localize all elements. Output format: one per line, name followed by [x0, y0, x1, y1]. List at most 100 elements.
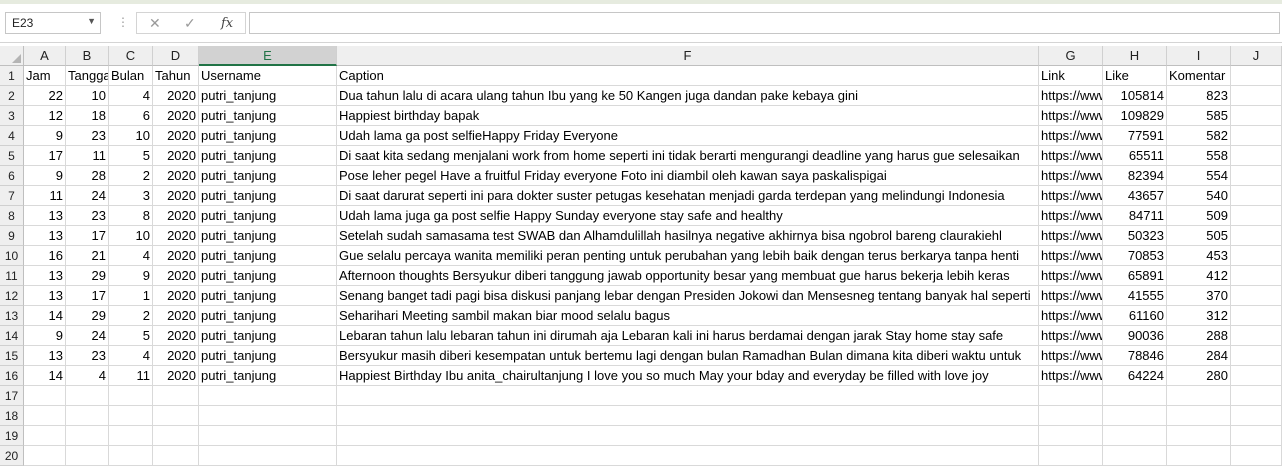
cell-i19[interactable] — [1167, 426, 1231, 446]
cell-g17[interactable] — [1039, 386, 1103, 406]
cell-h4[interactable]: 77591 — [1103, 126, 1167, 146]
cell-g10[interactable]: https://www — [1039, 246, 1103, 266]
cell-h7[interactable]: 43657 — [1103, 186, 1167, 206]
cell-e16[interactable]: putri_tanjung — [199, 366, 337, 386]
cell-e3[interactable]: putri_tanjung — [199, 106, 337, 126]
cell-i20[interactable] — [1167, 446, 1231, 466]
row-header-9[interactable]: 9 — [0, 226, 24, 246]
cell-j9[interactable] — [1231, 226, 1282, 246]
chevron-down-icon[interactable]: ▼ — [87, 16, 96, 26]
cell-j12[interactable] — [1231, 286, 1282, 306]
cell-b10[interactable]: 21 — [66, 246, 109, 266]
cancel-icon[interactable]: ✕ — [149, 15, 161, 32]
cell-b6[interactable]: 28 — [66, 166, 109, 186]
name-box[interactable]: E23 ▼ — [5, 12, 101, 34]
row-header-18[interactable]: 18 — [0, 406, 24, 426]
cell-e17[interactable] — [199, 386, 337, 406]
cell-c20[interactable] — [109, 446, 153, 466]
cell-i18[interactable] — [1167, 406, 1231, 426]
cell-d9[interactable]: 2020 — [153, 226, 199, 246]
cell-a2[interactable]: 22 — [24, 86, 66, 106]
cell-c9[interactable]: 10 — [109, 226, 153, 246]
cell-j20[interactable] — [1231, 446, 1282, 466]
cell-i7[interactable]: 540 — [1167, 186, 1231, 206]
column-header-h[interactable]: H — [1103, 46, 1167, 66]
row-header-13[interactable]: 13 — [0, 306, 24, 326]
column-header-e[interactable]: E — [199, 46, 337, 66]
cell-i17[interactable] — [1167, 386, 1231, 406]
cell-b20[interactable] — [66, 446, 109, 466]
cell-a19[interactable] — [24, 426, 66, 446]
row-header-17[interactable]: 17 — [0, 386, 24, 406]
cell-j11[interactable] — [1231, 266, 1282, 286]
cell-g13[interactable]: https://www — [1039, 306, 1103, 326]
enter-icon[interactable]: ✓ — [184, 15, 196, 32]
row-header-3[interactable]: 3 — [0, 106, 24, 126]
cell-c4[interactable]: 10 — [109, 126, 153, 146]
drag-handle-icon[interactable]: ⋮ — [117, 15, 129, 29]
cell-a6[interactable]: 9 — [24, 166, 66, 186]
cell-c16[interactable]: 11 — [109, 366, 153, 386]
cell-h18[interactable] — [1103, 406, 1167, 426]
cell-b12[interactable]: 17 — [66, 286, 109, 306]
insert-function-icon[interactable]: fx — [221, 16, 233, 31]
cell-b5[interactable]: 11 — [66, 146, 109, 166]
cell-j2[interactable] — [1231, 86, 1282, 106]
cell-e5[interactable]: putri_tanjung — [199, 146, 337, 166]
row-header-7[interactable]: 7 — [0, 186, 24, 206]
cell-d8[interactable]: 2020 — [153, 206, 199, 226]
cell-a17[interactable] — [24, 386, 66, 406]
column-header-j[interactable]: J — [1231, 46, 1282, 66]
cell-e10[interactable]: putri_tanjung — [199, 246, 337, 266]
cell-h8[interactable]: 84711 — [1103, 206, 1167, 226]
cell-b2[interactable]: 10 — [66, 86, 109, 106]
cell-d7[interactable]: 2020 — [153, 186, 199, 206]
cell-f15[interactable]: Bersyukur masih diberi kesempatan untuk … — [337, 346, 1039, 366]
cell-c6[interactable]: 2 — [109, 166, 153, 186]
row-header-20[interactable]: 20 — [0, 446, 24, 466]
cell-j6[interactable] — [1231, 166, 1282, 186]
cell-j1[interactable] — [1231, 66, 1282, 86]
cell-h20[interactable] — [1103, 446, 1167, 466]
column-header-c[interactable]: C — [109, 46, 153, 66]
cell-j4[interactable] — [1231, 126, 1282, 146]
cell-d2[interactable]: 2020 — [153, 86, 199, 106]
cell-j8[interactable] — [1231, 206, 1282, 226]
cell-a3[interactable]: 12 — [24, 106, 66, 126]
cell-g12[interactable]: https://www — [1039, 286, 1103, 306]
cell-a15[interactable]: 13 — [24, 346, 66, 366]
cell-g7[interactable]: https://www — [1039, 186, 1103, 206]
column-header-i[interactable]: I — [1167, 46, 1231, 66]
cell-f13[interactable]: Seharihari Meeting sambil makan biar moo… — [337, 306, 1039, 326]
row-header-19[interactable]: 19 — [0, 426, 24, 446]
cell-c13[interactable]: 2 — [109, 306, 153, 326]
cell-h19[interactable] — [1103, 426, 1167, 446]
cell-e11[interactable]: putri_tanjung — [199, 266, 337, 286]
cell-a18[interactable] — [24, 406, 66, 426]
cell-e1[interactable]: Username — [199, 66, 337, 86]
cell-f6[interactable]: Pose leher pegel Have a fruitful Friday … — [337, 166, 1039, 186]
cell-h9[interactable]: 50323 — [1103, 226, 1167, 246]
cell-j15[interactable] — [1231, 346, 1282, 366]
cell-j5[interactable] — [1231, 146, 1282, 166]
cell-e20[interactable] — [199, 446, 337, 466]
cell-b8[interactable]: 23 — [66, 206, 109, 226]
cell-i5[interactable]: 558 — [1167, 146, 1231, 166]
select-all-button[interactable] — [0, 46, 24, 66]
cell-e19[interactable] — [199, 426, 337, 446]
cell-c11[interactable]: 9 — [109, 266, 153, 286]
cell-i16[interactable]: 280 — [1167, 366, 1231, 386]
cell-b9[interactable]: 17 — [66, 226, 109, 246]
cell-d18[interactable] — [153, 406, 199, 426]
cell-b14[interactable]: 24 — [66, 326, 109, 346]
cell-d10[interactable]: 2020 — [153, 246, 199, 266]
cell-h13[interactable]: 61160 — [1103, 306, 1167, 326]
cell-e12[interactable]: putri_tanjung — [199, 286, 337, 306]
row-header-15[interactable]: 15 — [0, 346, 24, 366]
cell-j16[interactable] — [1231, 366, 1282, 386]
cell-c19[interactable] — [109, 426, 153, 446]
cell-c17[interactable] — [109, 386, 153, 406]
cell-f12[interactable]: Senang banget tadi pagi bisa diskusi pan… — [337, 286, 1039, 306]
cell-f10[interactable]: Gue selalu percaya wanita memiliki peran… — [337, 246, 1039, 266]
cell-j14[interactable] — [1231, 326, 1282, 346]
